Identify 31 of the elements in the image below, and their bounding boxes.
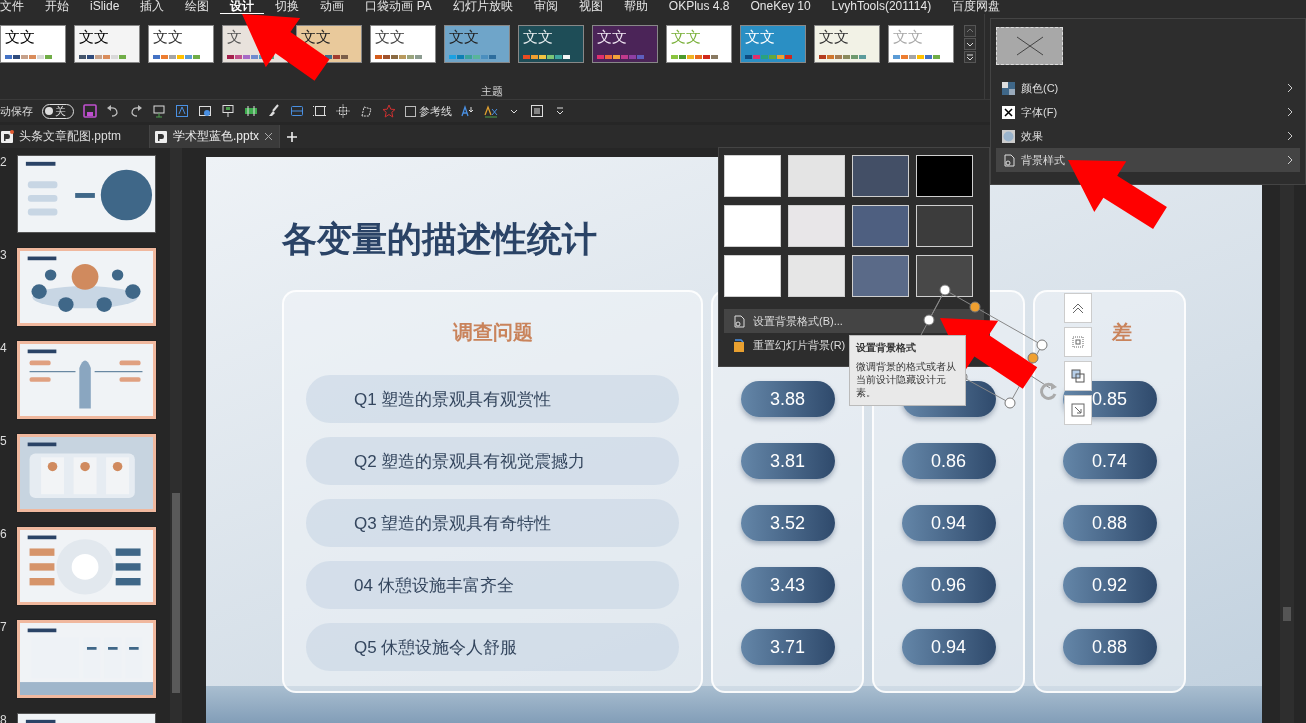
- question-cell: Q2 塑造的景观具有视觉震撼力: [306, 437, 679, 485]
- slide-title: 各变量的描述性统计: [282, 219, 597, 261]
- tooltip-text: 微调背景的格式或者从当前设计隐藏设计元素。: [856, 360, 957, 399]
- value-pill: 3.88: [740, 381, 835, 417]
- question-cell: Q5 休憩设施令人舒服: [306, 623, 679, 671]
- value-pill: 0.94: [901, 505, 996, 541]
- group-label: 主题: [481, 84, 503, 99]
- autosave-label: 动保存: [0, 103, 33, 119]
- value-pill: 0.94: [901, 629, 996, 665]
- question-cell: 04 休憩设施丰富齐全: [306, 561, 679, 609]
- slide-number: 4: [0, 341, 8, 355]
- question-cell: Q1 塑造的景观具有观赏性: [306, 375, 679, 423]
- slide-number: 5: [0, 434, 8, 448]
- slide-number: 2: [0, 155, 8, 169]
- tooltip-title: 设置背景格式: [856, 341, 917, 355]
- value-pill: 0.92: [1062, 567, 1157, 603]
- value-pill: 3.71: [740, 629, 835, 665]
- column-header: 差: [1111, 320, 1132, 345]
- slide-number: 3: [0, 248, 8, 262]
- value-pill: 0.74: [1062, 443, 1157, 479]
- slide-number: 7: [0, 620, 8, 634]
- value-pill: 3.52: [740, 505, 835, 541]
- value-pill: 0.96: [901, 567, 996, 603]
- slide-number: 6: [0, 527, 8, 541]
- value-pill: 3.43: [740, 567, 835, 603]
- value-pill: 3.81: [740, 443, 835, 479]
- value-pill: 0.86: [901, 443, 996, 479]
- value-pill: 0.88: [1062, 505, 1157, 541]
- column-header: 调查问题: [451, 320, 534, 345]
- question-cell: Q3 望造的景观具有奇特性: [306, 499, 679, 547]
- value-pill: 0.88: [1062, 629, 1157, 665]
